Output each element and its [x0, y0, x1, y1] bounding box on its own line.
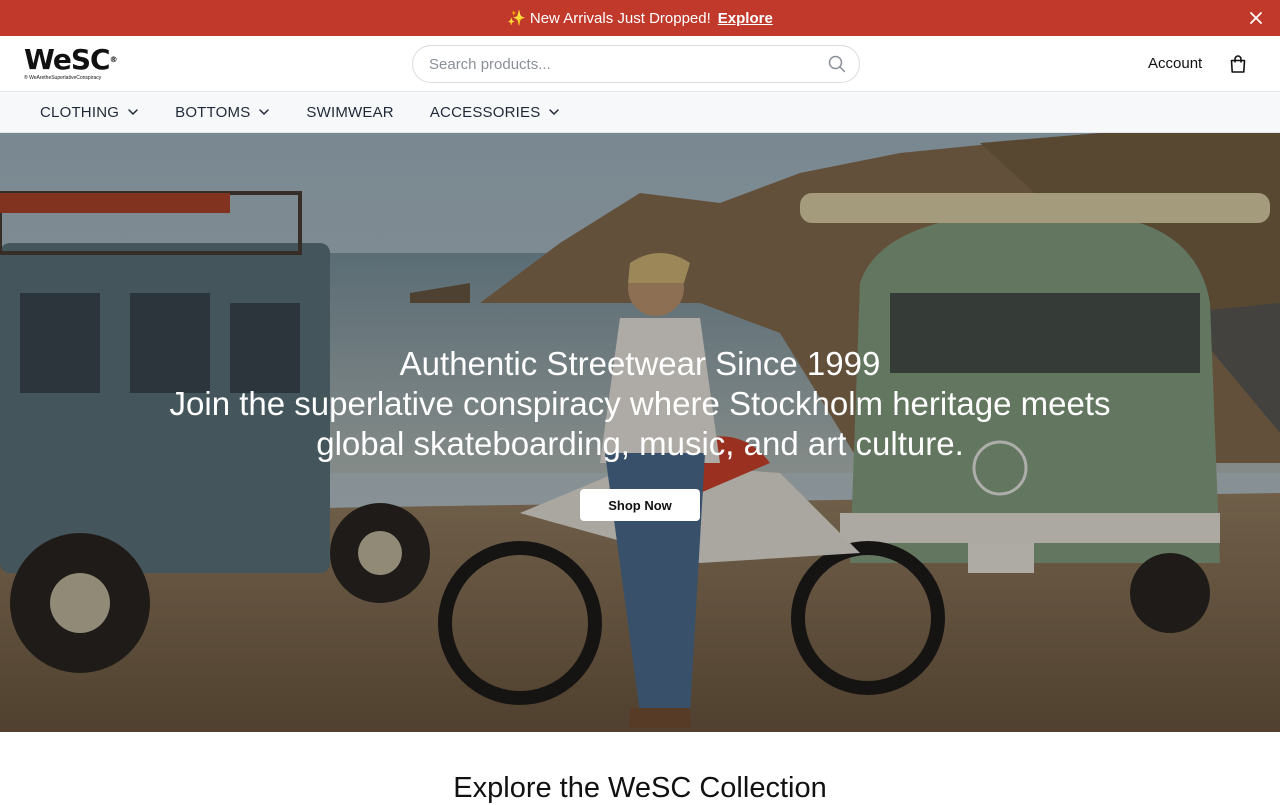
search-bar — [412, 45, 860, 83]
search-icon[interactable] — [827, 54, 847, 74]
chevron-down-icon — [127, 106, 139, 118]
nav-item-label: ACCESSORIES — [429, 103, 541, 121]
account-link[interactable]: Account — [1148, 55, 1202, 72]
nav-item-label: CLOTHING — [40, 103, 120, 121]
collection-heading: Explore the WeSC Collection — [453, 772, 827, 804]
hero-subtitle: Join the superlative conspiracy where St… — [169, 385, 1111, 462]
logo[interactable]: WeSC® ® WeAretheSuperlativeConspiracy — [24, 46, 128, 82]
announcement-text: New Arrivals Just Dropped! — [529, 9, 711, 27]
chevron-down-icon — [548, 106, 560, 118]
close-icon[interactable] — [1246, 8, 1266, 28]
sparkle-icon: ✨ — [507, 10, 526, 27]
announcement-bar: ✨ New Arrivals Just Dropped! Explore — [0, 0, 1280, 36]
shopping-bag-icon[interactable] — [1228, 54, 1248, 74]
search-input[interactable] — [429, 55, 827, 73]
nav-item-label: SWIMWEAR — [306, 103, 394, 121]
category-nav: CLOTHING BOTTOMS SWIMWEAR ACCESSORIES — [0, 92, 1280, 133]
hero-title: Authentic Streetwear Since 1999 — [399, 345, 881, 382]
nav-item-swimwear[interactable]: SWIMWEAR — [306, 104, 393, 121]
explore-link[interactable]: Explore — [718, 10, 773, 27]
logo-word: WeSC — [24, 43, 111, 76]
nav-item-clothing[interactable]: CLOTHING — [40, 104, 139, 121]
chevron-down-icon — [258, 106, 270, 118]
logo-tagline: ® WeAretheSuperlativeConspiracy — [24, 75, 102, 81]
site-header: WeSC® ® WeAretheSuperlativeConspiracy Ac… — [0, 36, 1280, 92]
nav-item-bottoms[interactable]: BOTTOMS — [175, 104, 270, 121]
hero-banner: Authentic Streetwear Since 1999 Join the… — [0, 133, 1280, 732]
nav-item-label: BOTTOMS — [175, 103, 251, 121]
nav-item-accessories[interactable]: ACCESSORIES — [430, 104, 561, 121]
shop-now-button[interactable]: Shop Now — [580, 489, 700, 521]
